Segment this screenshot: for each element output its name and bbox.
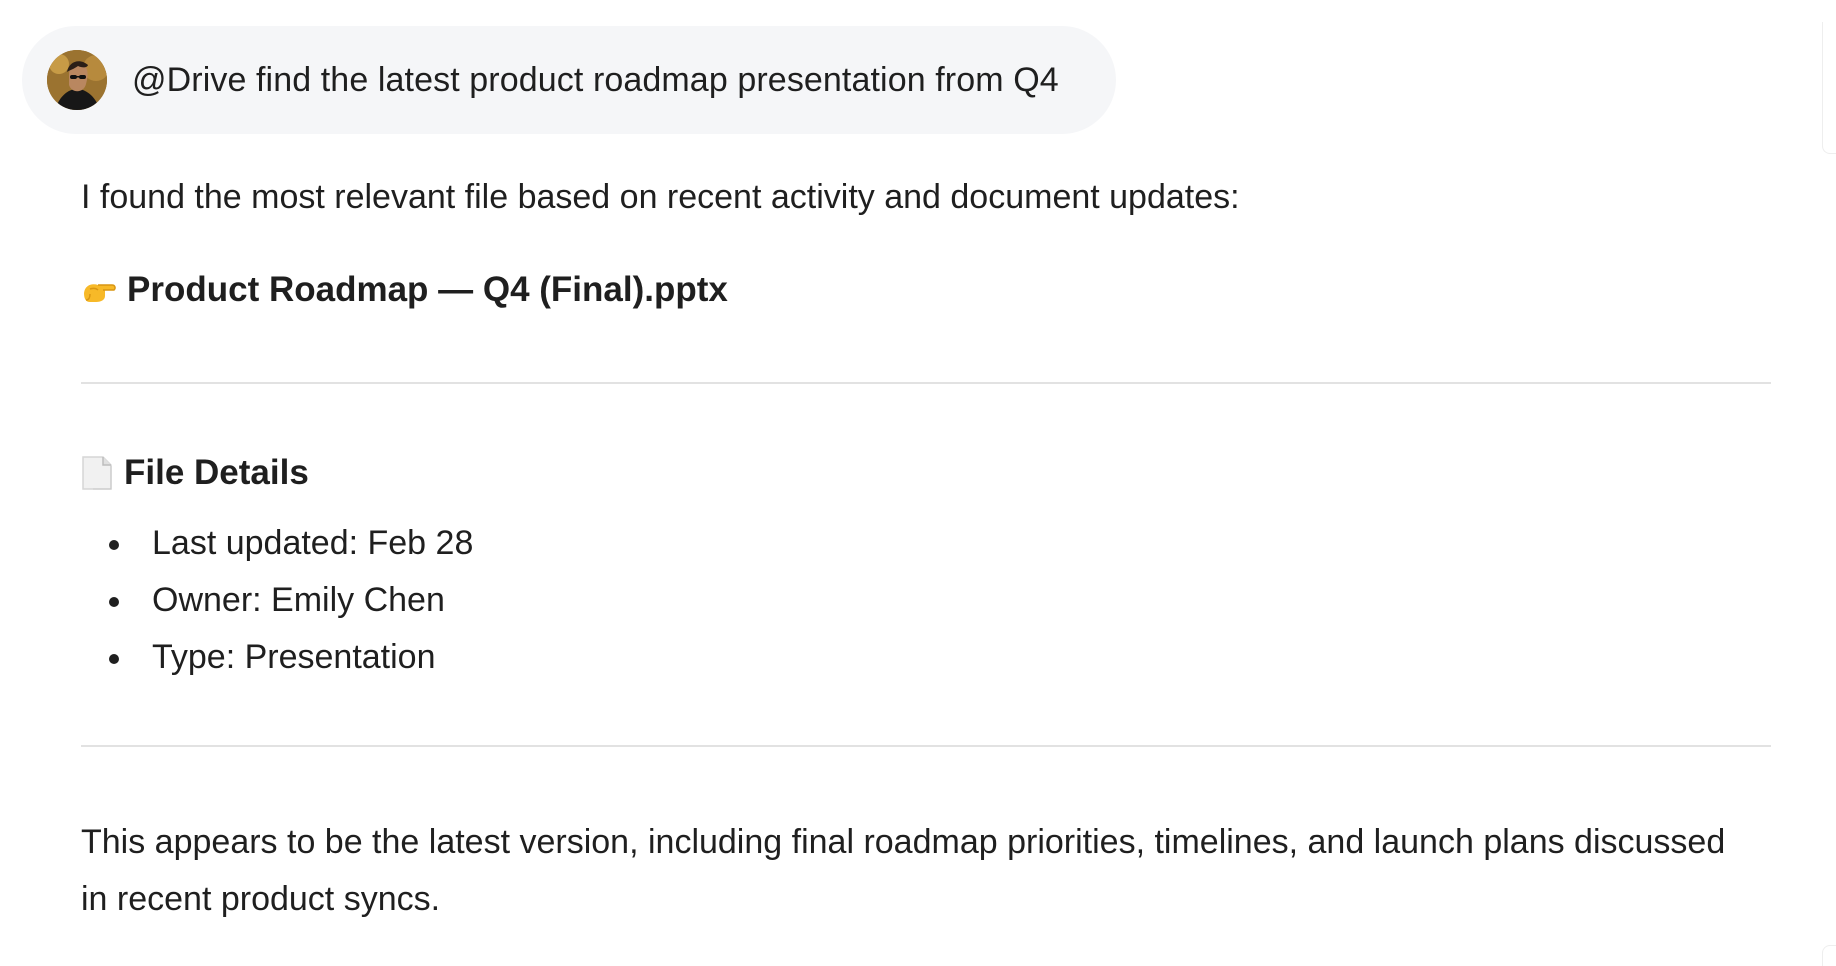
user-prompt-text: @Drive find the latest product roadmap p… [132,60,1059,99]
response-summary: This appears to be the latest version, i… [81,823,1726,918]
bullet-icon [109,654,119,664]
detail-last-updated: Last updated: Feb 28 [81,515,473,572]
detail-text: Owner: Emily Chen [152,581,445,619]
section-divider [81,382,1771,384]
file-result-title[interactable]: Product Roadmap — Q4 (Final).pptx [81,270,728,310]
file-details-list: Last updated: Feb 28 Owner: Emily Chen T… [81,515,473,686]
response-intro: I found the most relevant file based on … [81,178,1240,216]
detail-text: Last updated: Feb 28 [152,524,474,562]
section-divider [81,745,1771,747]
bullet-icon [109,540,119,550]
page-icon [82,456,112,490]
detail-type: Type: Presentation [81,629,473,686]
file-details-heading: File Details [81,453,309,493]
scrollbar-track[interactable] [1822,945,1836,966]
detail-text: Type: Presentation [152,638,436,676]
pointing-hand-icon [84,284,116,302]
file-name[interactable]: Product Roadmap — Q4 (Final).pptx [127,270,728,310]
user-avatar[interactable] [47,50,107,110]
bullet-icon [109,597,119,607]
scrollbar-track[interactable] [1822,22,1836,154]
user-message-bubble: @Drive find the latest product roadmap p… [22,26,1116,134]
detail-owner: Owner: Emily Chen [81,572,473,629]
details-title: File Details [124,453,309,492]
